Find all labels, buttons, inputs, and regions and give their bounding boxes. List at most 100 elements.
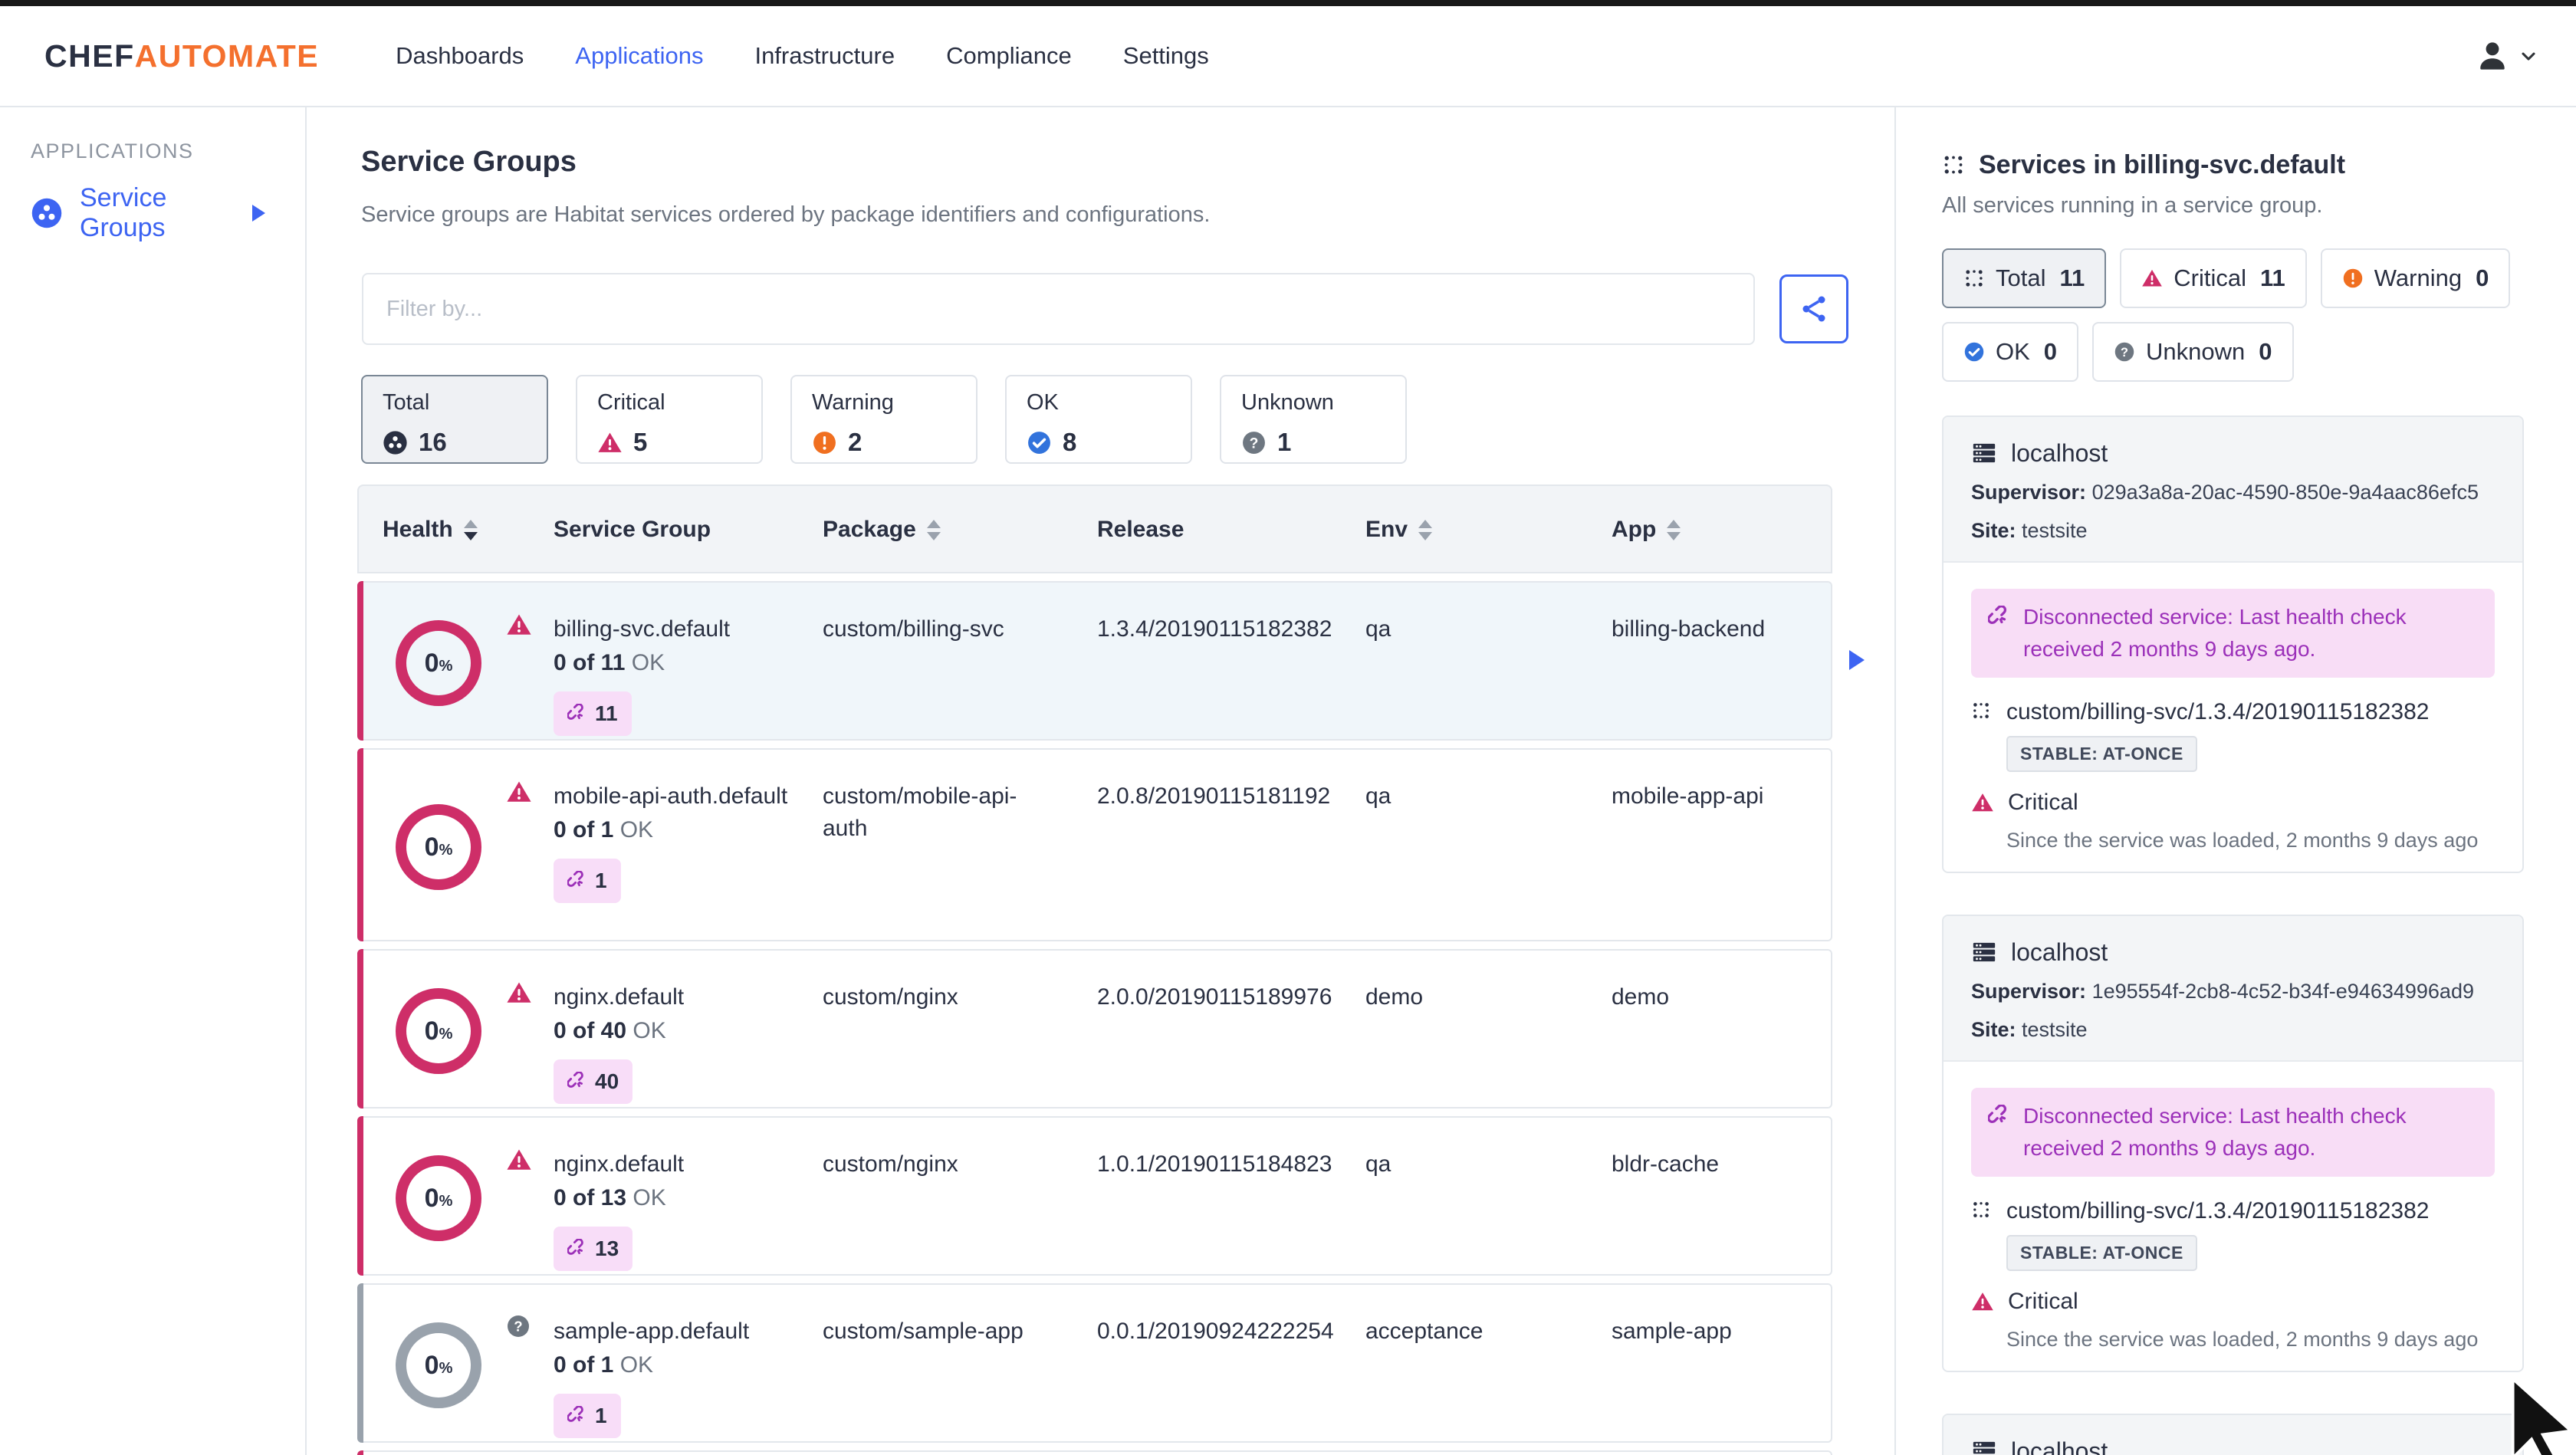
open-panel-caret-icon[interactable] [1849,650,1865,670]
server-icon [1971,440,1997,466]
summary-label: Warning [812,390,894,415]
summary-count: 2 [848,428,863,456]
filter-input[interactable] [362,273,1755,345]
sidebar-item-service-groups[interactable]: Service Groups [31,183,287,243]
pill-ok[interactable]: OK 0 [1942,322,2079,382]
critical-icon [506,980,532,1006]
sidebar-item-label: Service Groups [80,183,167,242]
pill-warning[interactable]: Warning 0 [2320,248,2511,308]
service-card-body: Disconnected service: Last health check … [1944,1062,2522,1371]
column-package[interactable]: Package [823,517,941,543]
nav-dashboards[interactable]: Dashboards [396,42,524,70]
table-header: Health Service Group Package Release Env… [357,484,1832,573]
disconnected-count-badge: 11 [554,691,632,736]
table-row[interactable]: 0% sample-app.default 0 of 1 OK 1 custom… [357,1283,1832,1443]
table-row[interactable]: 0% mobile-api-auth.default 0 of 1 OK 1 c… [357,748,1832,941]
summary-card-unknown[interactable]: Unknown 1 [1220,375,1407,464]
summary-count: 1 [1277,428,1292,456]
top-navbar: CHEFAUTOMATE Dashboards Applications Inf… [0,6,2576,107]
service-package: custom/billing-svc/1.3.4/20190115182382 [1971,1197,2495,1226]
unknown-icon [2114,341,2135,363]
column-app[interactable]: App [1612,517,1681,543]
disconnected-alert: Disconnected service: Last health check … [1971,1088,2495,1177]
broken-link-icon [1988,606,2011,629]
total-icon [383,430,408,455]
summary-card-ok[interactable]: OK 8 [1005,375,1192,464]
sort-icon[interactable] [926,519,941,540]
nav-settings[interactable]: Settings [1123,42,1209,70]
share-icon [1799,294,1829,324]
service-group-name: sample-app.default [554,1319,750,1344]
release-cell: 2.0.0/20190115189976 [1097,984,1332,1010]
nav-infrastructure[interactable]: Infrastructure [754,42,895,70]
column-release: Release [1097,517,1184,542]
brand-logo[interactable]: CHEFAUTOMATE [44,38,319,74]
summary-card-critical[interactable]: Critical 5 [576,375,763,464]
package-dots-icon [1971,701,1991,721]
service-group-cell: nginx.default 0 of 40 OK 40 [554,981,799,1104]
table-row[interactable]: 0% nginx.default 0 of 13 OK 13 custom/ng… [357,1116,1832,1276]
warning-icon [2342,268,2364,289]
health-donut: 0% [396,1155,481,1241]
service-package: custom/billing-svc/1.3.4/20190115182382 [1971,698,2495,727]
service-card: localhost Supervisor: 1e95554f-2cb8-4c52… [1942,915,2524,1372]
disconnected-count-badge: 13 [554,1227,633,1271]
page-title: Service Groups [361,146,577,178]
unknown-icon [506,1314,531,1338]
sort-icon[interactable] [1418,519,1433,540]
sort-icon[interactable] [1667,519,1681,540]
package-cell: custom/nginx [823,1151,958,1177]
service-card-header: localhost Supervisor: 029a3a8a-20ac-4590… [1944,417,2522,563]
summary-label: Unknown [1241,390,1334,415]
service-status: Critical [1971,789,2495,816]
summary-card-warning[interactable]: Warning 2 [790,375,978,464]
broken-link-icon [567,871,587,891]
package-cell: custom/sample-app [823,1319,1024,1344]
column-health[interactable]: Health [383,517,478,543]
release-cell: 1.0.1/20190115184823 [1097,1151,1332,1177]
env-cell: acceptance [1365,1319,1484,1344]
critical-icon [506,779,532,805]
nav-applications[interactable]: Applications [575,42,703,70]
server-icon [1971,939,1997,965]
service-group-cell: billing-svc.default 0 of 11 OK 11 [554,613,799,736]
app-cell: demo [1612,984,1670,1010]
supervisor-line: Supervisor: 1e95554f-2cb8-4c52-b34f-e946… [1971,980,2474,1003]
env-cell: qa [1365,783,1392,809]
service-group-name: billing-svc.default [554,616,731,642]
package-dots-icon [1971,1200,1991,1220]
sort-icon[interactable] [463,519,478,540]
pill-total[interactable]: Total 11 [1942,248,2107,308]
broken-link-icon [567,1406,587,1426]
pill-unknown[interactable]: Unknown 0 [2092,322,2294,382]
share-button[interactable] [1779,274,1848,343]
service-card-header: localhost Supervisor: 1e95554f-2cb8-4c52… [1944,916,2522,1062]
host-name: localhost [2011,938,2108,966]
channel-tag: STABLE: AT-ONCE [2006,1235,2197,1271]
service-group-cell: nginx.default 0 of 13 OK 13 [554,1148,799,1271]
user-menu[interactable] [2475,38,2539,74]
disconnected-alert: Disconnected service: Last health check … [1971,589,2495,678]
health-donut: 0% [396,1322,481,1408]
column-env[interactable]: Env [1365,517,1433,543]
status-since: Since the service was loaded, 2 months 9… [2006,829,2479,852]
summary-card-total[interactable]: Total 16 [361,375,548,464]
summary-label: OK [1027,390,1059,415]
pill-critical[interactable]: Critical 11 [2120,248,2307,308]
health-donut: 0% [396,988,481,1074]
broken-link-icon [567,1239,587,1259]
nav-compliance[interactable]: Compliance [946,42,1072,70]
main-content: Service Groups Service groups are Habita… [307,107,1894,1455]
table-row[interactable]: 0% nginx.default 0 of 40 OK 40 custom/ng… [357,949,1832,1108]
top-strip [0,0,2576,6]
disconnected-count-badge: 40 [554,1059,633,1104]
release-cell: 0.0.1/20190924222254 [1097,1319,1334,1344]
app-cell: billing-backend [1612,616,1766,642]
table-row[interactable]: 0% billing-svc.default 0 of 11 OK 11 cus… [357,581,1865,741]
unknown-icon [1241,430,1267,455]
env-cell: qa [1365,616,1392,642]
services-dots-icon [1942,153,1965,176]
server-icon [1971,1438,1997,1455]
service-groups-icon [31,197,63,229]
table-row-partial[interactable] [357,1450,1832,1455]
